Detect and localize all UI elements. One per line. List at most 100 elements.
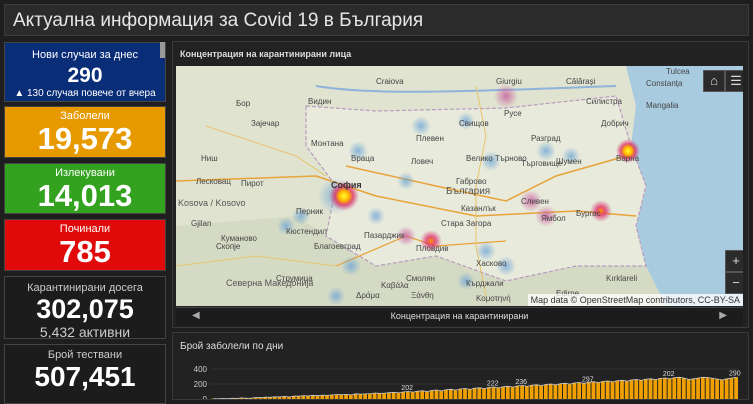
chart-bar[interactable] bbox=[687, 380, 691, 400]
chart-bar[interactable] bbox=[454, 390, 458, 399]
chart-bar[interactable] bbox=[368, 394, 372, 399]
chart-bar[interactable] bbox=[401, 392, 405, 399]
chart-bar[interactable] bbox=[492, 387, 496, 399]
chart-bar[interactable] bbox=[615, 381, 619, 399]
chart-bar[interactable] bbox=[463, 389, 467, 400]
chart-bar[interactable] bbox=[596, 383, 600, 399]
chart-bar[interactable] bbox=[568, 384, 572, 399]
chart-bar[interactable] bbox=[549, 384, 553, 399]
chart-bar[interactable] bbox=[406, 392, 410, 400]
chart-bar[interactable] bbox=[287, 397, 291, 399]
chart-bar[interactable] bbox=[725, 379, 729, 399]
chart-bar[interactable] bbox=[620, 380, 624, 399]
chart-bar[interactable] bbox=[306, 396, 310, 399]
chart-bar[interactable] bbox=[468, 389, 472, 399]
chart-bar[interactable] bbox=[411, 392, 415, 399]
list-icon[interactable]: ☰ bbox=[725, 70, 743, 92]
chart-bar[interactable] bbox=[377, 393, 381, 399]
map-canvas[interactable]: Видин Русе Силистра Добрич Плевен Свищов… bbox=[176, 66, 743, 306]
chart-bar[interactable] bbox=[587, 382, 591, 399]
chart-bar[interactable] bbox=[653, 380, 657, 399]
chart-bar[interactable] bbox=[482, 389, 486, 399]
chart-bar[interactable] bbox=[473, 388, 477, 399]
map-view[interactable]: Видин Русе Силистра Добрич Плевен Свищов… bbox=[176, 66, 743, 306]
home-icon[interactable]: ⌂ bbox=[703, 70, 725, 92]
chart-bar[interactable] bbox=[668, 379, 672, 399]
chart-bar[interactable] bbox=[339, 395, 343, 399]
chart-bar[interactable] bbox=[330, 395, 334, 399]
chart-bar[interactable] bbox=[477, 388, 481, 399]
chart-bar[interactable] bbox=[592, 382, 596, 399]
zoom-out-button[interactable]: − bbox=[725, 272, 743, 294]
chart-bar[interactable] bbox=[720, 380, 724, 399]
chart-bar[interactable] bbox=[577, 383, 581, 400]
chart-bar[interactable] bbox=[644, 379, 648, 399]
chart-bar[interactable] bbox=[458, 389, 462, 399]
chart-bar[interactable] bbox=[639, 380, 643, 399]
chart-bar[interactable] bbox=[325, 395, 329, 399]
chart-bar[interactable] bbox=[511, 387, 515, 399]
chart-bar[interactable] bbox=[696, 378, 700, 399]
chart-bar[interactable] bbox=[539, 386, 543, 399]
chart-bar[interactable] bbox=[397, 393, 401, 399]
chart-bar[interactable] bbox=[344, 394, 348, 399]
map-attribution[interactable]: Map data © OpenStreetMap contributors, C… bbox=[528, 294, 743, 306]
chart-bar[interactable] bbox=[373, 393, 377, 399]
chart-bar[interactable] bbox=[515, 386, 519, 399]
chart-bar[interactable] bbox=[349, 395, 353, 399]
chart-bar[interactable] bbox=[382, 393, 386, 399]
chart-bar[interactable] bbox=[563, 383, 567, 399]
chart-bar[interactable] bbox=[439, 391, 443, 399]
chart-bar[interactable] bbox=[544, 384, 548, 399]
chart-bar[interactable] bbox=[663, 378, 667, 399]
chart-bar[interactable] bbox=[506, 386, 510, 399]
chart-bar[interactable] bbox=[534, 385, 538, 399]
chart-bar[interactable] bbox=[729, 378, 733, 399]
chart-bar[interactable] bbox=[701, 377, 705, 399]
chart-bar[interactable] bbox=[444, 390, 448, 399]
chart-bar[interactable] bbox=[677, 377, 681, 399]
chart-bar[interactable] bbox=[530, 385, 534, 399]
chart-bar[interactable] bbox=[387, 393, 391, 399]
chart-bar[interactable] bbox=[611, 382, 615, 399]
daily-cases-chart[interactable]: 0200400202222236297202290 bbox=[173, 333, 749, 400]
chart-bar[interactable] bbox=[553, 385, 557, 399]
chart-bar[interactable] bbox=[487, 387, 491, 399]
chart-bar[interactable] bbox=[649, 379, 653, 399]
chart-bar[interactable] bbox=[558, 384, 562, 399]
chart-bar[interactable] bbox=[601, 381, 605, 399]
chart-bar[interactable] bbox=[496, 388, 500, 399]
chart-bar[interactable] bbox=[525, 386, 529, 399]
chart-bar[interactable] bbox=[658, 378, 662, 399]
chart-bar[interactable] bbox=[573, 383, 577, 399]
chart-bar[interactable] bbox=[363, 394, 367, 399]
chart-bar[interactable] bbox=[691, 379, 695, 399]
chart-bar[interactable] bbox=[335, 395, 339, 400]
chart-bar[interactable] bbox=[682, 378, 686, 399]
chart-bar[interactable] bbox=[416, 391, 420, 399]
chart-bar[interactable] bbox=[606, 381, 610, 399]
chart-bar[interactable] bbox=[430, 390, 434, 399]
chart-bar[interactable] bbox=[634, 380, 638, 400]
sidebar-scrollbar[interactable] bbox=[160, 42, 165, 58]
chart-bar[interactable] bbox=[715, 379, 719, 399]
carousel-next-icon[interactable]: ▶ bbox=[719, 310, 727, 321]
chart-bar[interactable] bbox=[582, 383, 586, 399]
zoom-in-button[interactable]: + bbox=[725, 250, 743, 272]
chart-bar[interactable] bbox=[316, 396, 320, 399]
chart-bar[interactable] bbox=[710, 378, 714, 399]
chart-bar[interactable] bbox=[734, 377, 738, 399]
chart-bar[interactable] bbox=[392, 392, 396, 399]
chart-bar[interactable] bbox=[449, 389, 453, 399]
chart-bar[interactable] bbox=[358, 394, 362, 399]
chart-bar[interactable] bbox=[672, 378, 676, 399]
chart-bar[interactable] bbox=[501, 387, 505, 399]
chart-bar[interactable] bbox=[520, 386, 524, 400]
chart-bar[interactable] bbox=[625, 381, 629, 399]
chart-bar[interactable] bbox=[435, 390, 439, 399]
chart-bar[interactable] bbox=[420, 391, 424, 399]
chart-bar[interactable] bbox=[630, 380, 634, 399]
chart-bar[interactable] bbox=[706, 378, 710, 399]
chart-bar[interactable] bbox=[297, 396, 301, 399]
chart-bar[interactable] bbox=[425, 392, 429, 399]
